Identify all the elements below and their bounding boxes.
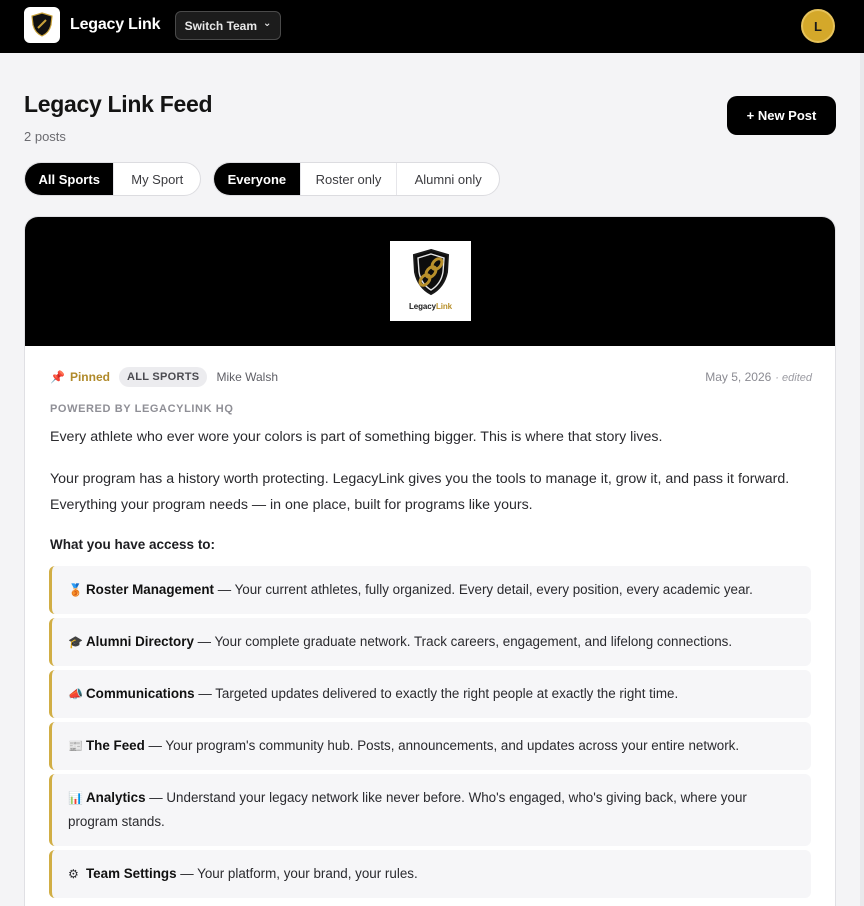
feature-item-communications: 📣 Communications — Targeted updates deliv… <box>49 670 811 718</box>
user-avatar[interactable]: L <box>801 9 835 43</box>
feature-title: Alumni Directory <box>86 634 194 649</box>
switch-team-label: Switch Team <box>184 18 258 33</box>
feature-text: — Understand your legacy network like ne… <box>68 790 747 829</box>
gear-icon: ⚙ <box>68 867 79 881</box>
chevron-down-icon: ⌄ <box>263 18 272 29</box>
filter-roster-only[interactable]: Roster only <box>301 163 398 195</box>
scrollbar[interactable] <box>860 53 864 906</box>
post-body: Your program has a history worth protect… <box>50 471 790 513</box>
post-intro: Every athlete who ever wore your colors … <box>50 429 663 445</box>
feature-text: — Targeted updates delivered to exactly … <box>194 686 679 701</box>
feature-title: Communications <box>86 686 195 701</box>
feature-title: Roster Management <box>86 582 214 597</box>
audience-filter-group: Everyone Roster only Alumni only <box>213 162 500 196</box>
filter-everyone[interactable]: Everyone <box>214 163 301 195</box>
feature-text: — Your platform, your brand, your rules. <box>176 866 418 881</box>
sport-filter-group: All Sports My Sport <box>24 162 201 196</box>
feature-item-roster: 🥉 Roster Management — Your current athlet… <box>49 566 811 614</box>
newspaper-icon: 📰 <box>68 739 83 753</box>
app-logo[interactable] <box>24 7 60 43</box>
post-meta: 📌 Pinned ALL SPORTS Mike Walsh May 5, 20… <box>50 367 812 387</box>
pinned-indicator: 📌 Pinned <box>50 370 110 384</box>
banner-logo: LegacyLink <box>390 241 471 321</box>
filter-all-sports[interactable]: All Sports <box>25 163 115 195</box>
bar-chart-icon: 📊 <box>68 791 83 805</box>
post-date-text: May 5, 2026 <box>705 370 772 384</box>
filter-alumni-only[interactable]: Alumni only <box>397 163 499 195</box>
new-post-button[interactable]: + New Post <box>727 96 836 135</box>
brand-name[interactable]: Legacy Link <box>70 16 160 34</box>
graduation-cap-icon: 🎓 <box>68 635 83 649</box>
post-eyebrow: POWERED BY LEGACYLINK HQ <box>50 403 234 415</box>
sport-badge: ALL SPORTS <box>118 367 208 387</box>
feature-title: Analytics <box>86 790 146 805</box>
shield-logo-icon <box>31 12 53 37</box>
feature-item-settings: ⚙ Team Settings — Your platform, your bra… <box>49 850 811 898</box>
feature-item-alumni: 🎓 Alumni Directory — Your complete gradua… <box>49 618 811 666</box>
feature-item-analytics: 📊 Analytics — Understand your legacy netw… <box>49 774 811 846</box>
pushpin-icon: 📌 <box>50 370 65 384</box>
edited-label: · edited <box>775 372 812 384</box>
medal-icon: 🥉 <box>68 583 83 597</box>
feature-text: — Your program's community hub. Posts, a… <box>144 738 740 753</box>
switch-team-button[interactable]: Switch Team ⌄ <box>175 11 281 40</box>
post-date: May 5, 2026 · edited <box>705 370 812 384</box>
shield-chain-icon <box>412 248 449 296</box>
feature-title: Team Settings <box>86 866 177 881</box>
post-author[interactable]: Mike Walsh <box>216 370 278 384</box>
filter-my-sport[interactable]: My Sport <box>114 163 200 195</box>
post-count: 2 posts <box>24 129 66 144</box>
page-title: Legacy Link Feed <box>24 91 213 117</box>
megaphone-icon: 📣 <box>68 687 83 701</box>
top-nav-bar: Legacy Link Switch Team ⌄ L <box>0 0 864 53</box>
feature-item-feed: 📰 The Feed — Your program's community hub… <box>49 722 811 770</box>
features-heading: What you have access to: <box>50 537 216 552</box>
pinned-label: Pinned <box>69 370 110 384</box>
feed-post-card[interactable]: LegacyLink 📌 Pinned ALL SPORTS Mike Wals… <box>24 216 836 906</box>
feature-text: — Your current athletes, fully organized… <box>213 582 753 597</box>
feature-title: The Feed <box>86 738 145 753</box>
feature-text: — Your complete graduate network. Track … <box>193 634 733 649</box>
banner-logo-wordmark: LegacyLink <box>408 302 453 311</box>
post-banner: LegacyLink <box>25 217 835 346</box>
